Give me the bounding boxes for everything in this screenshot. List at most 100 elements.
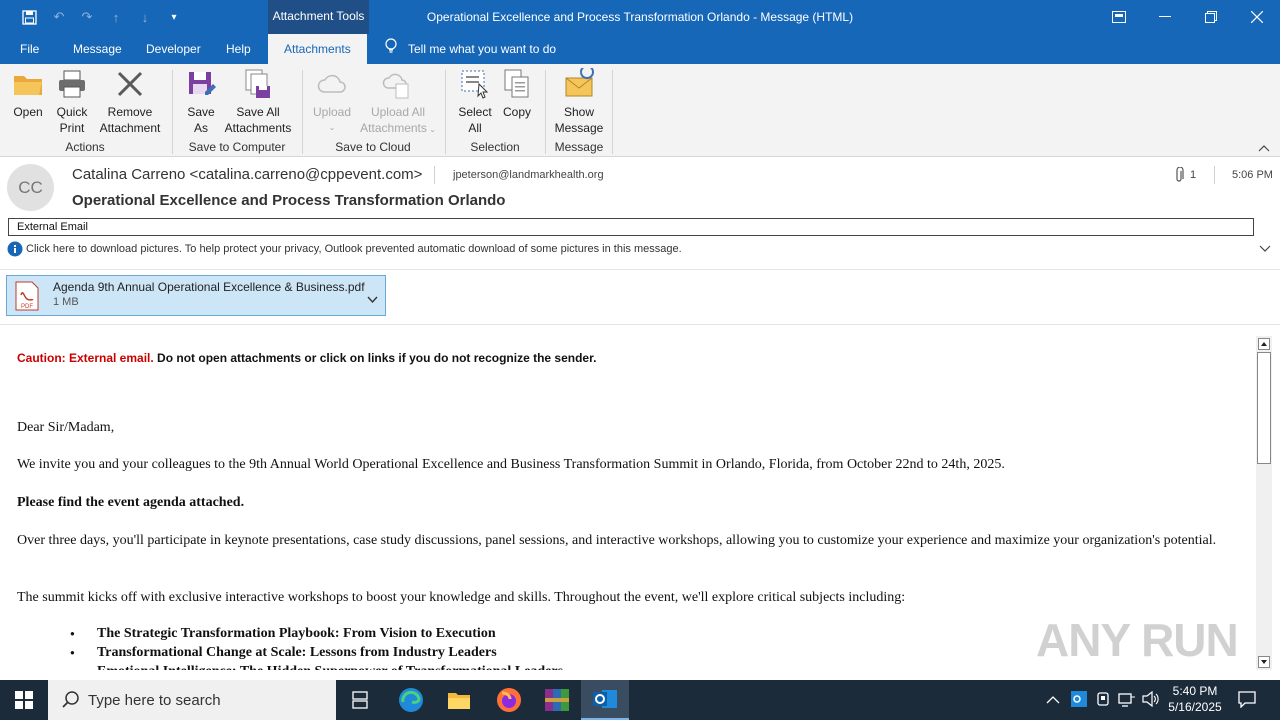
search-icon [62,691,80,713]
expand-header-icon[interactable] [1259,244,1271,256]
attachment-count: 1 [1190,169,1197,181]
tab-message[interactable]: Message [73,34,122,64]
group-selection-label: Selection [470,140,520,154]
next-item-icon[interactable]: ↓ [136,8,154,26]
taskbar-search[interactable]: Type here to search [48,680,336,720]
show-hidden-icons-icon[interactable] [1046,692,1060,710]
minimize-button[interactable] [1142,0,1188,34]
group-message-label: Message [554,140,604,154]
list-item: The Strategic Transformation Playbook: F… [58,624,563,643]
task-view-icon[interactable] [336,680,384,720]
scroll-thumb[interactable] [1257,352,1271,464]
group-separator [445,70,446,154]
file-explorer-icon[interactable] [435,680,483,720]
save-as-button[interactable]: Save As [182,68,220,136]
tab-file[interactable]: File [20,34,39,64]
ribbon-display-options-icon[interactable] [1096,0,1142,34]
sender[interactable]: Catalina Carreno <catalina.carreno@cppev… [72,166,422,183]
copy-button[interactable]: Copy [499,68,535,120]
maximize-button[interactable] [1188,0,1234,34]
info-icon [7,241,23,260]
scroll-down-button[interactable] [1258,656,1270,668]
clock-time: 5:40 PM [1172,684,1218,698]
redo-icon[interactable]: ↷ [78,8,96,26]
paragraph-topics: The summit kicks off with exclusive inte… [17,590,906,605]
open-button[interactable]: Open [8,68,48,120]
close-button[interactable] [1234,0,1280,34]
group-separator [172,70,173,154]
group-separator [612,70,613,154]
group-save-to-computer-label: Save to Computer [188,140,286,154]
show-message-label-1: Show [563,105,595,119]
caution-label: Caution: External email. [17,351,154,365]
copy-icon [501,68,533,100]
show-message-label-2: Message [554,121,604,135]
cloud-upload-icon [382,68,414,100]
upload-all-attachments-button[interactable]: Upload All Attachments ⌄ [360,68,436,138]
outlook-tray-icon[interactable] [1071,691,1087,712]
edge-icon[interactable] [387,680,435,720]
lightbulb-icon [384,35,398,65]
printer-icon [56,68,88,100]
chevron-down-icon: ⌄ [328,123,336,132]
divider [434,166,435,184]
avatar: CC [7,164,54,211]
caution-notice: Caution: External email. Do not open att… [17,349,1235,368]
upload-all-label-2: Attachments ⌄ [360,121,436,135]
winrar-icon[interactable] [533,680,581,720]
network-icon[interactable] [1118,691,1136,712]
message-header: CC Catalina Carreno <catalina.carreno@cp… [0,157,1280,272]
cloud-icon [316,68,348,100]
firefox-icon[interactable] [485,680,533,720]
collapse-ribbon-icon[interactable] [1258,141,1270,155]
tab-developer[interactable]: Developer [146,34,201,64]
show-message-button[interactable]: Show Message [554,65,604,136]
save-as-label-1: Save [187,105,215,119]
group-separator [302,70,303,154]
customize-toolbar-icon[interactable]: ▾ [165,8,183,26]
search-placeholder: Type here to search [88,692,221,709]
info-bar[interactable]: Click here to download pictures. To help… [0,240,1280,270]
save-icon[interactable] [20,8,38,26]
ribbon: Open Quick Print Remove Attachment Actio… [0,64,1280,157]
select-all-button[interactable]: Select All [454,68,496,136]
divider [1214,166,1215,184]
undo-icon[interactable]: ↶ [50,8,68,26]
taskbar: Type here to search 5:40 PM 5/16/2025 [0,680,1280,720]
tell-me-search[interactable]: Tell me what you want to do [384,34,556,64]
scroll-up-button[interactable] [1258,338,1270,350]
attachment-dropdown-icon[interactable] [367,291,378,309]
quick-print-label-1: Quick [56,105,88,119]
envelope-icon [563,65,595,100]
remove-x-icon [114,68,146,100]
tab-help[interactable]: Help [226,34,251,64]
remove-label-1: Remove [107,105,153,119]
group-actions-label: Actions [65,140,105,154]
ribbon-tabs: File Message Developer Help Attachments … [0,34,1280,64]
remove-attachment-button[interactable]: Remove Attachment [96,68,164,136]
start-button[interactable] [0,680,48,720]
save-all-label-2: Attachments [224,121,292,135]
notifications-icon[interactable] [1238,690,1256,713]
attachment-name: Agenda 9th Annual Operational Excellence… [53,280,365,294]
tab-attachments[interactable]: Attachments [268,34,367,64]
upload-button[interactable]: Upload ⌄ [310,68,354,136]
paragraph-agenda: Please find the event agenda attached. [17,495,245,510]
received-time: 5:06 PM [1232,169,1273,181]
save-all-attachments-button[interactable]: Save All Attachments [222,68,294,136]
attachment-size: 1 MB [53,296,79,308]
quick-print-button[interactable]: Quick Print [52,68,92,136]
copy-label: Copy [502,105,531,119]
attachment-item[interactable]: PDF Agenda 9th Annual Operational Excell… [6,275,386,316]
subject: Operational Excellence and Process Trans… [72,192,506,209]
device-tray-icon[interactable] [1095,691,1111,712]
outlook-taskbar-icon[interactable] [581,680,629,720]
clock[interactable]: 5:40 PM 5/16/2025 [1158,683,1232,715]
select-all-label-1: Select [458,105,492,119]
recipient[interactable]: jpeterson@landmarkhealth.org [453,169,604,181]
vertical-scrollbar[interactable] [1256,336,1272,670]
context-tab-group: Attachment Tools [268,0,369,34]
previous-item-icon[interactable]: ↑ [107,8,125,26]
upload-all-label-1: Upload All [370,105,426,119]
save-as-label-2: As [193,121,208,135]
